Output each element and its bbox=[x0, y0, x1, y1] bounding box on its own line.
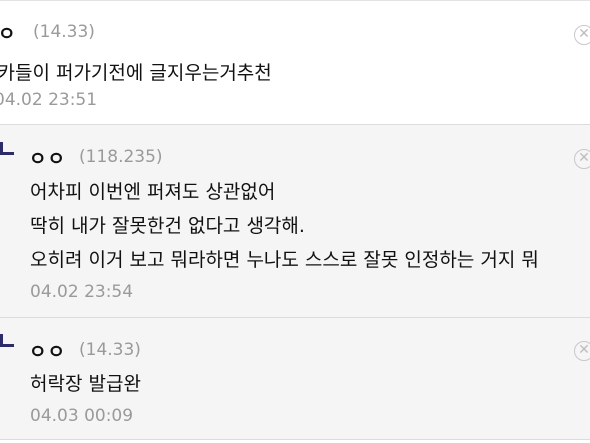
comment-text-line: 오히려 이거 보고 뭐라하면 누나도 스스로 잘못 인정하는 거지 뭐 bbox=[30, 249, 539, 271]
comment-date: 04.03 00:09 bbox=[30, 406, 134, 426]
comment-text-line: 네카들이 퍼가기전에 글지우는거추천 bbox=[0, 62, 272, 84]
comment-ip: (14.33) bbox=[33, 22, 95, 42]
comment-nickname[interactable]: ㅇㅇ bbox=[29, 144, 66, 171]
comment-nickname[interactable]: ㅇㅇ bbox=[29, 337, 66, 364]
comment-nickname[interactable]: ㅇ bbox=[0, 19, 16, 46]
reply-arrow-icon bbox=[0, 142, 14, 155]
delete-x-icon[interactable]: ✕ bbox=[574, 149, 590, 169]
comment-item: ㅇ (14.33) 네카들이 퍼가기전에 글지우는거추천 04.02 23:51… bbox=[0, 0, 590, 124]
comment-text-line: 어차피 이번엔 퍼져도 상관없어 bbox=[30, 181, 276, 203]
comment-date: 04.02 23:51 bbox=[0, 90, 98, 110]
comment-text-line: 딱히 내가 잘못한건 없다고 생각해. bbox=[30, 215, 305, 237]
delete-x-icon[interactable]: ✕ bbox=[574, 25, 590, 45]
reply-comment-item: ㅇㅇ (14.33) 허락장 발급완 04.03 00:09 ✕ bbox=[0, 317, 590, 440]
comment-text-line: 허락장 발급완 bbox=[30, 373, 141, 395]
reply-comment-item: ㅇㅇ (118.235) 어차피 이번엔 퍼져도 상관없어 딱히 내가 잘못한건… bbox=[0, 124, 590, 317]
delete-x-icon[interactable]: ✕ bbox=[574, 341, 590, 361]
comment-ip: (118.235) bbox=[79, 147, 163, 167]
comment-date: 04.02 23:54 bbox=[30, 282, 134, 302]
comment-ip: (14.33) bbox=[79, 340, 141, 360]
reply-arrow-icon bbox=[0, 334, 14, 347]
